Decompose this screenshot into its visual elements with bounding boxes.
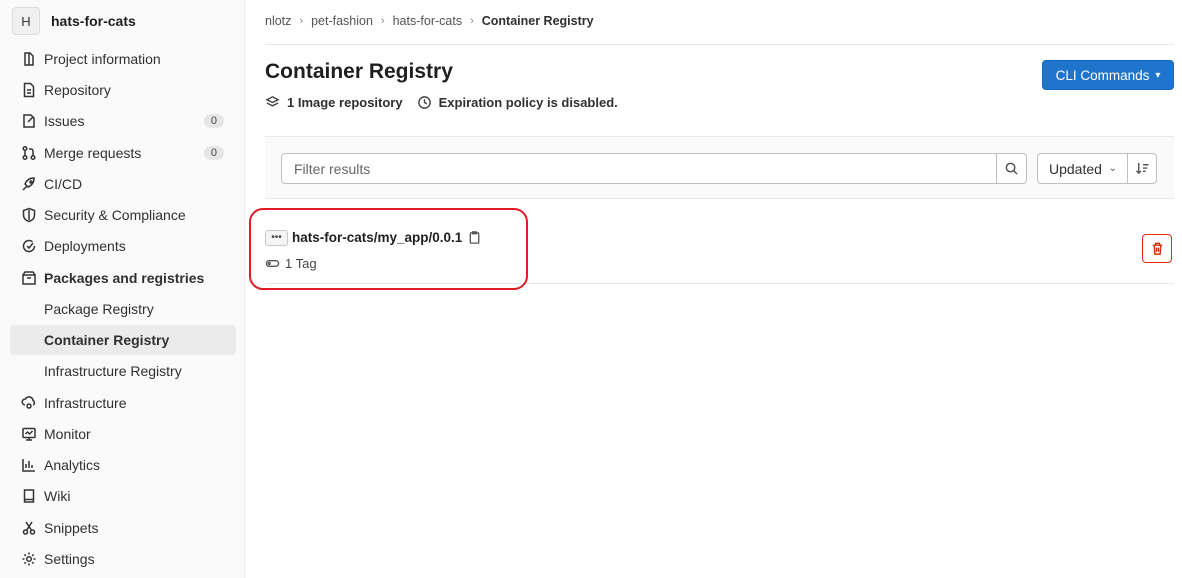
breadcrumb-item-hats-for-cats[interactable]: hats-for-cats bbox=[393, 14, 462, 28]
project-name: hats-for-cats bbox=[51, 13, 136, 29]
sidebar-item-container-registry[interactable]: Container Registry bbox=[10, 325, 236, 355]
sidebar-item-issues[interactable]: Issues 0 bbox=[10, 106, 236, 136]
layers-icon bbox=[265, 96, 280, 107]
sidebar-item-packages-registries[interactable]: Packages and registries bbox=[10, 263, 236, 293]
sidebar-item-wiki[interactable]: Wiki bbox=[10, 481, 236, 511]
registry-meta: 1 Image repository Expiration policy is … bbox=[265, 95, 632, 110]
trash-icon bbox=[1152, 242, 1162, 255]
project-info-icon bbox=[20, 50, 38, 68]
divider bbox=[265, 44, 1174, 45]
repository-name-link[interactable]: hats-for-cats/my_app/0.0.1 bbox=[292, 230, 462, 245]
cli-commands-label: CLI Commands bbox=[1055, 67, 1150, 83]
sort-dropdown[interactable]: Updated ⌄ bbox=[1037, 153, 1128, 184]
merge-requests-count-badge: 0 bbox=[203, 146, 224, 160]
sidebar-item-infrastructure[interactable]: Infrastructure bbox=[10, 388, 236, 418]
sidebar-item-label: Settings bbox=[44, 551, 95, 567]
breadcrumb: nlotz › pet-fashion › hats-for-cats › Co… bbox=[265, 14, 594, 28]
sidebar-item-label: Infrastructure bbox=[44, 395, 127, 411]
gear-icon bbox=[20, 550, 38, 568]
list-item: ••• hats-for-cats/my_app/0.0.1 1 Tag bbox=[265, 214, 1174, 284]
sidebar-item-monitor[interactable]: Monitor bbox=[10, 419, 236, 449]
sort-lowest-icon bbox=[1135, 162, 1149, 175]
sidebar-item-label: Package Registry bbox=[44, 301, 154, 317]
chevron-right-icon: › bbox=[380, 15, 385, 27]
sidebar-item-label: Security & Compliance bbox=[44, 207, 186, 223]
page-title: Container Registry bbox=[265, 60, 453, 83]
sidebar-item-label: Packages and registries bbox=[44, 270, 205, 286]
sort-label: Updated bbox=[1049, 160, 1102, 177]
sidebar-item-label: Snippets bbox=[44, 520, 99, 536]
sort-direction-button[interactable] bbox=[1127, 153, 1157, 184]
filter-bar: Filter results Updated ⌄ bbox=[265, 136, 1174, 199]
breadcrumb-item-pet-fashion[interactable]: pet-fashion bbox=[311, 14, 373, 28]
sidebar-item-deployments[interactable]: Deployments bbox=[10, 231, 236, 261]
clock-icon bbox=[417, 96, 431, 109]
search-button[interactable] bbox=[996, 153, 1027, 184]
sidebar: H hats-for-cats Project information Repo… bbox=[0, 0, 245, 578]
doc-icon bbox=[20, 81, 38, 99]
sidebar-item-settings[interactable]: Settings bbox=[10, 544, 236, 574]
package-icon bbox=[20, 269, 38, 287]
book-icon bbox=[20, 487, 38, 505]
sidebar-item-label: Deployments bbox=[44, 238, 126, 254]
sidebar-item-analytics[interactable]: Analytics bbox=[10, 450, 236, 480]
chevron-down-icon: ⌄ bbox=[1108, 163, 1117, 174]
rocket-icon bbox=[20, 175, 38, 193]
sidebar-item-label: Container Registry bbox=[44, 332, 170, 348]
chevron-down-icon: ▾ bbox=[1155, 69, 1161, 81]
deployments-icon bbox=[20, 237, 38, 255]
image-repository-count: 1 Image repository bbox=[287, 95, 403, 110]
sidebar-item-label: Analytics bbox=[44, 457, 101, 473]
sidebar-item-repository[interactable]: Repository bbox=[10, 75, 236, 105]
chevron-right-icon: › bbox=[299, 15, 304, 27]
sidebar-item-label: Merge requests bbox=[44, 145, 142, 161]
search-icon bbox=[1005, 162, 1018, 175]
issues-icon bbox=[20, 112, 38, 130]
sidebar-item-label: Monitor bbox=[44, 426, 91, 442]
tag-count-label: 1 Tag bbox=[285, 256, 317, 271]
expand-details-button[interactable]: ••• bbox=[265, 230, 288, 246]
filter-results-input[interactable]: Filter results bbox=[281, 153, 997, 184]
sidebar-item-snippets[interactable]: Snippets bbox=[10, 513, 236, 543]
sidebar-item-security[interactable]: Security & Compliance bbox=[10, 200, 236, 230]
sidebar-item-label: Project information bbox=[44, 51, 161, 67]
copy-icon bbox=[469, 231, 480, 244]
merge-request-icon bbox=[20, 144, 38, 162]
sidebar-item-label: Infrastructure Registry bbox=[44, 363, 182, 379]
shield-icon bbox=[20, 206, 38, 224]
copy-path-button[interactable] bbox=[467, 230, 483, 246]
tag-count: 1 Tag bbox=[265, 256, 317, 271]
sidebar-item-label: Issues bbox=[44, 113, 85, 129]
cli-commands-button[interactable]: CLI Commands ▾ bbox=[1042, 60, 1174, 90]
filter-placeholder: Filter results bbox=[294, 160, 371, 177]
sidebar-item-label: Repository bbox=[44, 82, 111, 98]
tag-icon bbox=[265, 260, 280, 267]
scissors-icon bbox=[20, 519, 38, 537]
sidebar-item-label: CI/CD bbox=[44, 176, 83, 192]
monitor-icon bbox=[20, 425, 38, 443]
breadcrumb-item-nlotz[interactable]: nlotz bbox=[265, 14, 291, 28]
issues-count-badge: 0 bbox=[203, 114, 224, 128]
delete-repository-button[interactable] bbox=[1142, 234, 1172, 263]
chevron-right-icon: › bbox=[470, 15, 474, 27]
cloud-gear-icon bbox=[20, 394, 38, 412]
expiration-policy-status: Expiration policy is disabled. bbox=[438, 95, 618, 110]
sidebar-item-merge-requests[interactable]: Merge requests 0 bbox=[10, 138, 236, 168]
project-header[interactable]: H hats-for-cats bbox=[12, 7, 136, 35]
sidebar-item-project-information[interactable]: Project information bbox=[10, 44, 236, 74]
sidebar-item-cicd[interactable]: CI/CD bbox=[10, 169, 236, 199]
sidebar-item-package-registry[interactable]: Package Registry bbox=[10, 294, 236, 324]
sidebar-item-infrastructure-registry[interactable]: Infrastructure Registry bbox=[10, 356, 236, 386]
breadcrumb-item-current[interactable]: Container Registry bbox=[482, 14, 594, 28]
chart-icon bbox=[20, 456, 38, 474]
sidebar-item-label: Wiki bbox=[44, 488, 71, 504]
project-avatar: H bbox=[12, 7, 40, 35]
